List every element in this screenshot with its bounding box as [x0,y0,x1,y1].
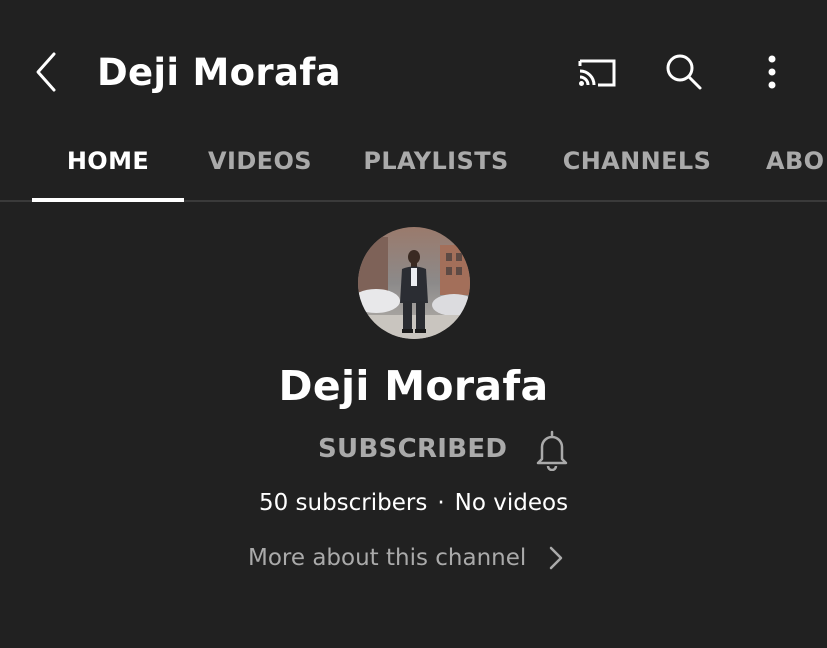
chevron-right-icon [548,545,564,571]
video-count: No videos [454,490,569,516]
subscribed-button[interactable]: SUBSCRIBED [318,424,507,474]
search-button[interactable] [656,46,712,98]
active-tab-indicator [32,198,184,202]
tab-playlists[interactable]: PLAYLISTS [350,122,522,200]
stats-separator: · [437,490,445,516]
channel-avatar [358,227,470,339]
subscribe-row: SUBSCRIBED [0,424,827,474]
tab-channels[interactable]: CHANNELS [548,122,726,200]
tab-about[interactable]: ABO [752,122,827,200]
channel-tabs: HOME VIDEOS PLAYLISTS CHANNELS ABO [0,122,827,202]
more-about-channel-link[interactable]: More about this channel [248,536,564,580]
channel-title: Deji Morafa [97,51,341,94]
channel-stats: 50 subscribers · No videos [0,486,827,520]
channel-name: Deji Morafa [278,362,549,410]
avatar-photo [358,227,470,339]
cast-icon [578,59,616,87]
more-vertical-icon [768,55,776,89]
search-icon [666,54,702,90]
back-button[interactable] [24,46,68,98]
subscriber-count: 50 subscribers [258,490,428,516]
tab-home[interactable]: HOME [32,122,184,200]
app-bar: Deji Morafa [0,0,827,140]
cast-button[interactable] [568,46,624,98]
more-about-label: More about this channel [248,545,527,571]
more-options-button[interactable] [744,46,800,98]
channel-page: Deji Morafa HOME VIDEOS PLAYLISTS CHANNE… [0,0,827,648]
bell-icon [536,430,568,471]
tab-videos[interactable]: VIDEOS [196,122,324,200]
notifications-button[interactable] [528,426,576,474]
chevron-left-icon [36,52,56,92]
